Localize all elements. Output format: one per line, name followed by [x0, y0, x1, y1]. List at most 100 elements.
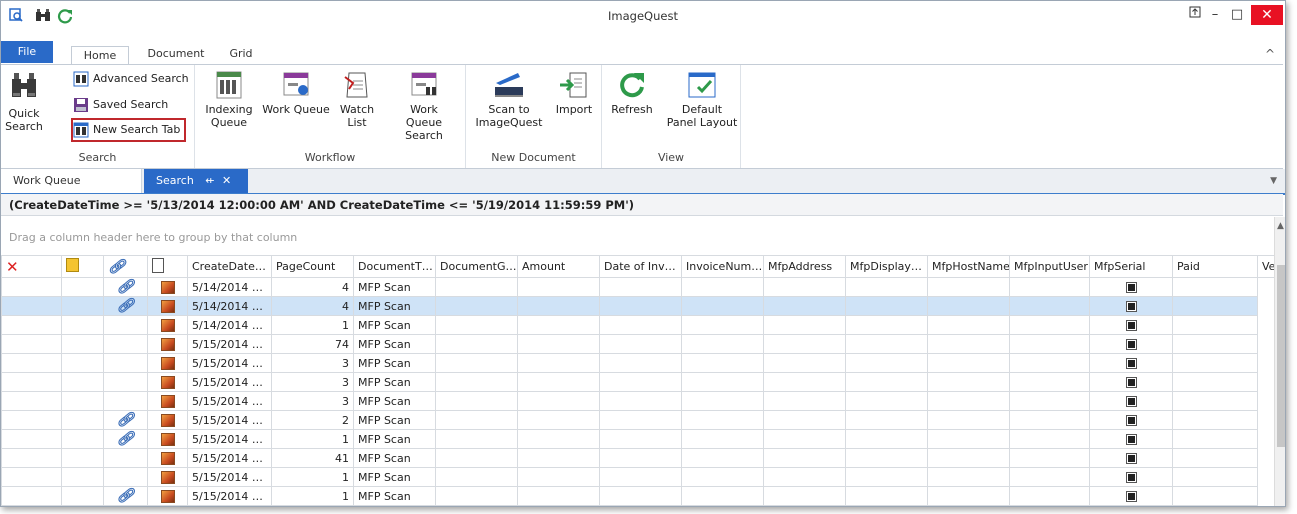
delete-cell[interactable] [1, 467, 62, 487]
new-search-tab-button[interactable]: New Search Tab [70, 118, 187, 142]
document-cell[interactable] [147, 410, 188, 430]
page-count-cell[interactable]: 1 [271, 486, 354, 506]
empty-cell[interactable] [763, 391, 846, 411]
delete-cell[interactable] [1, 315, 62, 335]
create-date-cell[interactable]: 5/15/2014 … [187, 410, 272, 430]
notes-cell[interactable] [61, 296, 104, 316]
delete-cell[interactable] [1, 410, 62, 430]
empty-cell[interactable] [927, 391, 1010, 411]
empty-cell[interactable] [845, 296, 928, 316]
column-header[interactable]: MfpAddress [763, 255, 846, 278]
group-by-panel[interactable]: Drag a column header here to group by th… [1, 217, 1273, 257]
paid-checkbox[interactable] [1125, 434, 1137, 445]
empty-cell[interactable] [927, 486, 1010, 506]
empty-cell[interactable] [681, 391, 764, 411]
saved-search-button[interactable]: Saved Search [73, 95, 168, 115]
empty-cell[interactable] [845, 429, 928, 449]
empty-cell[interactable] [599, 353, 682, 373]
empty-cell[interactable] [763, 410, 846, 430]
empty-cell[interactable] [927, 277, 1010, 297]
empty-cell[interactable] [681, 467, 764, 487]
page-count-cell[interactable]: 2 [271, 410, 354, 430]
paid-cell[interactable] [1089, 486, 1173, 506]
empty-cell[interactable] [1009, 486, 1090, 506]
empty-cell[interactable] [435, 277, 518, 297]
column-header[interactable]: PageCount [271, 255, 354, 278]
watch-list-button[interactable]: Watch List [337, 69, 377, 129]
empty-cell[interactable] [845, 315, 928, 335]
empty-cell[interactable] [763, 296, 846, 316]
empty-cell[interactable] [1009, 448, 1090, 468]
table-row[interactable]: 🔗︎ 5/15/2014 … 2 MFP Scan [1, 410, 1280, 430]
link-cell[interactable]: 🔗︎ [103, 296, 148, 316]
empty-cell[interactable] [1009, 391, 1090, 411]
empty-cell[interactable] [681, 372, 764, 392]
table-row[interactable]: 5/14/2014 … 1 MFP Scan [1, 315, 1280, 335]
link-cell[interactable] [103, 315, 148, 335]
table-row[interactable]: 5/15/2014 … 3 MFP Scan [1, 391, 1280, 411]
document-type-cell[interactable]: MFP Scan [353, 296, 436, 316]
paid-checkbox[interactable] [1125, 320, 1137, 331]
empty-cell[interactable] [435, 334, 518, 354]
vendor-cell[interactable] [1172, 448, 1258, 468]
empty-cell[interactable] [845, 391, 928, 411]
empty-cell[interactable] [599, 391, 682, 411]
paid-cell[interactable] [1089, 277, 1173, 297]
column-header[interactable]: MfpSerial [1089, 255, 1173, 278]
empty-cell[interactable] [517, 372, 600, 392]
create-date-cell[interactable]: 5/15/2014 … [187, 486, 272, 506]
empty-cell[interactable] [517, 315, 600, 335]
delete-cell[interactable] [1, 353, 62, 373]
paid-cell[interactable] [1089, 296, 1173, 316]
create-date-cell[interactable]: 5/15/2014 … [187, 429, 272, 449]
empty-cell[interactable] [845, 467, 928, 487]
paid-cell[interactable] [1089, 429, 1173, 449]
delete-cell[interactable] [1, 372, 62, 392]
pin-icon[interactable]: ⇷ [205, 174, 214, 187]
empty-cell[interactable] [435, 296, 518, 316]
empty-cell[interactable] [599, 429, 682, 449]
empty-cell[interactable] [599, 467, 682, 487]
ribbon-collapse-icon[interactable]: ^ [1265, 47, 1275, 61]
document-cell[interactable] [147, 334, 188, 354]
link-cell[interactable]: 🔗︎ [103, 277, 148, 297]
delete-cell[interactable] [1, 391, 62, 411]
empty-cell[interactable] [435, 391, 518, 411]
import-button[interactable]: Import [552, 69, 596, 116]
create-date-cell[interactable]: 5/15/2014 … [187, 448, 272, 468]
refresh-button[interactable]: Refresh [608, 69, 656, 116]
column-header[interactable]: MfpHostName [927, 255, 1010, 278]
scan-to-imagequest-button[interactable]: Scan to ImageQuest [474, 69, 544, 129]
quick-search-button[interactable]: Quick Search [5, 69, 43, 133]
empty-cell[interactable] [845, 448, 928, 468]
vertical-scrollbar[interactable]: ▲ [1274, 217, 1285, 506]
document-type-cell[interactable]: MFP Scan [353, 372, 436, 392]
create-date-cell[interactable]: 5/14/2014 … [187, 277, 272, 297]
page-count-cell[interactable]: 3 [271, 372, 354, 392]
document-cell[interactable] [147, 486, 188, 506]
document-type-cell[interactable]: MFP Scan [353, 277, 436, 297]
empty-cell[interactable] [681, 277, 764, 297]
column-header[interactable]: CreateDate… [187, 255, 272, 278]
delete-cell[interactable] [1, 334, 62, 354]
empty-cell[interactable] [1009, 372, 1090, 392]
vendor-cell[interactable] [1172, 334, 1258, 354]
document-cell[interactable] [147, 429, 188, 449]
empty-cell[interactable] [927, 448, 1010, 468]
empty-cell[interactable] [763, 315, 846, 335]
empty-cell[interactable] [927, 334, 1010, 354]
vendor-cell[interactable] [1172, 391, 1258, 411]
empty-cell[interactable] [517, 429, 600, 449]
notes-cell[interactable] [61, 277, 104, 297]
empty-cell[interactable] [599, 486, 682, 506]
tab-home[interactable]: Home [71, 46, 129, 65]
column-header[interactable]: MfpDisplay… [845, 255, 928, 278]
column-header[interactable]: Paid [1172, 255, 1258, 278]
document-cell[interactable] [147, 391, 188, 411]
empty-cell[interactable] [845, 277, 928, 297]
close-button[interactable]: ✕ [1251, 5, 1283, 25]
empty-cell[interactable] [927, 353, 1010, 373]
empty-cell[interactable] [763, 467, 846, 487]
link-cell[interactable]: 🔗︎ [103, 410, 148, 430]
empty-cell[interactable] [435, 372, 518, 392]
